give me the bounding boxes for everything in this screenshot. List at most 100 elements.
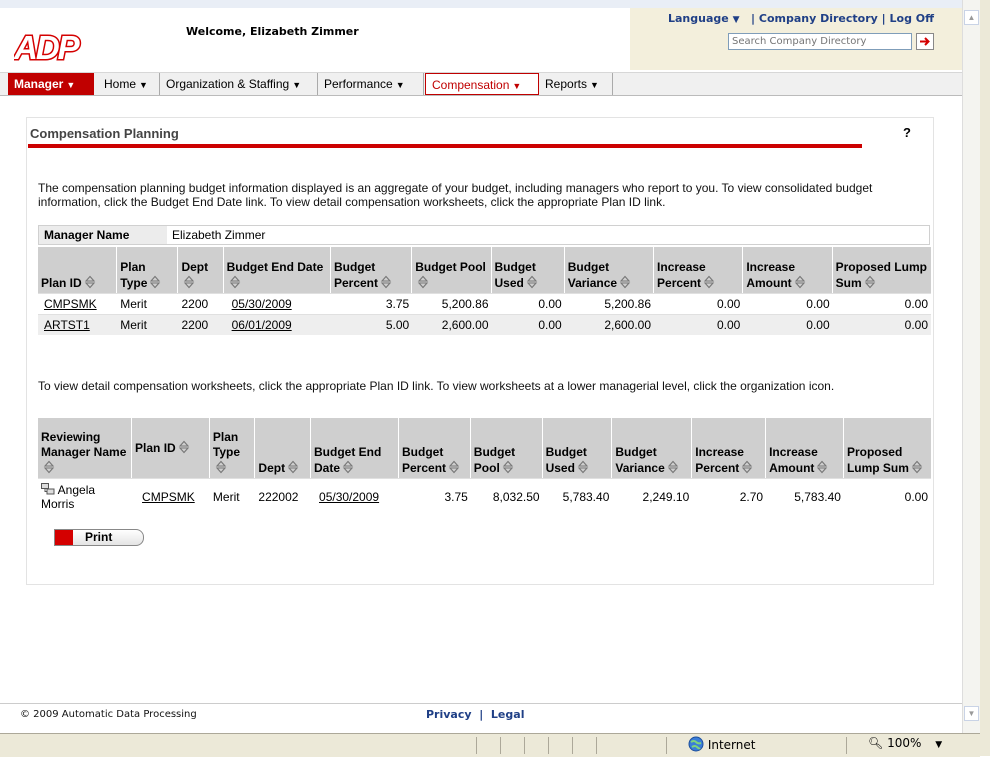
column-header-budget-variance[interactable]: Budget Variance — [564, 247, 655, 293]
increase-amount-cell: 0.00 — [743, 293, 833, 314]
proposed-lump-sum-cell: 0.00 — [832, 314, 931, 335]
zone-label: Internet — [707, 738, 756, 752]
header-label: Increase Percent — [695, 445, 744, 475]
column-header-budget-pool[interactable]: Budget Pool — [470, 418, 543, 478]
column-header-increase-percent[interactable]: Increase Percent — [654, 247, 744, 293]
log-off-link[interactable]: Log Off — [890, 12, 935, 25]
header-label: Budget Pool — [415, 260, 486, 274]
organization-icon[interactable] — [41, 483, 55, 495]
column-header-plan-id[interactable]: Plan ID — [38, 247, 118, 293]
sort-icon — [526, 275, 538, 289]
table-row: ARTST1 Merit 2200 06/01/2009 5.00 2,600.… — [38, 314, 931, 335]
budget-end-date-link[interactable]: 05/30/2009 — [232, 297, 292, 311]
budget-percent-cell: 5.00 — [330, 314, 413, 335]
scroll-up-button[interactable]: ▲ — [964, 10, 979, 25]
budget-variance-cell: 5,200.86 — [564, 293, 655, 314]
nav-organization-staffing[interactable]: Organization & Staffing ▼ — [160, 73, 318, 95]
column-header-budget-end-date[interactable]: Budget End Date — [223, 247, 331, 293]
plan-type-cell: Merit — [117, 293, 179, 314]
nav-performance[interactable]: Performance ▼ — [318, 73, 424, 95]
privacy-link[interactable]: Privacy — [426, 708, 472, 721]
plan-id-link[interactable]: CMPSMK — [44, 297, 97, 311]
column-header-increase-amount[interactable]: Increase Amount — [743, 247, 833, 293]
sort-icon — [817, 460, 828, 474]
column-header-dept[interactable]: Dept — [255, 418, 312, 478]
column-header-budget-percent[interactable]: Budget Percent — [330, 247, 413, 293]
sort-icon — [667, 460, 678, 474]
column-header-dept[interactable]: Dept — [178, 247, 224, 293]
budget-pool-cell: 8,032.50 — [470, 478, 543, 515]
column-header-plan-id[interactable]: Plan ID — [132, 418, 210, 478]
language-label: Language — [668, 12, 729, 25]
column-header-budget-used[interactable]: Budget Used — [542, 418, 613, 478]
zoom-control[interactable]: 🔍︎ 100% ▼ — [868, 736, 942, 750]
help-icon[interactable]: ? — [903, 125, 911, 140]
dept-cell: 2200 — [178, 314, 224, 335]
chevron-down-icon: ▼ — [395, 80, 405, 90]
budget-used-cell: 0.00 — [491, 314, 565, 335]
adp-logo: ADP — [14, 30, 84, 64]
header-label: Proposed Lump Sum — [835, 260, 927, 290]
sort-icon — [150, 275, 161, 289]
vertical-scrollbar[interactable]: ▲ ▼ — [962, 0, 981, 733]
company-directory-link[interactable]: Company Directory — [759, 12, 878, 25]
sort-icon — [911, 460, 923, 474]
column-header-proposed-lump-sum[interactable]: Proposed Lump Sum — [843, 418, 931, 478]
header-label: Plan ID — [135, 441, 176, 455]
budget-end-date-link[interactable]: 06/01/2009 — [232, 318, 292, 332]
column-header-budget-percent[interactable]: Budget Percent — [399, 418, 471, 478]
column-header-budget-pool[interactable]: Budget Pool — [412, 247, 492, 293]
increase-percent-cell: 0.00 — [654, 314, 744, 335]
column-header-budget-end-date[interactable]: Budget End Date — [311, 418, 399, 478]
intro-text: The compensation planning budget informa… — [38, 181, 873, 209]
dept-cell: 2200 — [178, 293, 224, 314]
column-header-increase-percent[interactable]: Increase Percent — [692, 418, 767, 478]
sort-icon — [178, 440, 189, 454]
budget-end-date-cell: 05/30/2009 — [223, 293, 331, 314]
nav-compensation[interactable]: Compensation ▼ — [425, 73, 539, 95]
status-divider — [548, 737, 549, 754]
zoom-icon: 🔍︎ — [868, 736, 884, 750]
nav-manager[interactable]: Manager ▼ — [8, 73, 94, 95]
directory-search-input[interactable] — [728, 33, 912, 50]
column-header-budget-variance[interactable]: Budget Variance — [612, 418, 693, 478]
nav-label: Performance — [324, 77, 393, 91]
column-header-plan-type[interactable]: Plan Type — [117, 247, 179, 293]
budget-used-cell: 5,783.40 — [542, 478, 613, 515]
title-underline — [28, 144, 862, 148]
sort-icon — [703, 275, 715, 289]
manager-name-row: Manager Name Elizabeth Zimmer — [38, 225, 930, 245]
legal-link[interactable]: Legal — [491, 708, 525, 721]
search-go-button[interactable] — [916, 33, 934, 50]
budget-end-date-link[interactable]: 05/30/2009 — [319, 490, 379, 504]
separator: | — [881, 12, 886, 25]
column-header-proposed-lump-sum[interactable]: Proposed Lump Sum — [832, 247, 931, 293]
budget-percent-cell: 3.75 — [330, 293, 413, 314]
budget-percent-cell: 3.75 — [399, 478, 471, 515]
print-button[interactable]: Print — [54, 529, 144, 546]
plan-id-link[interactable]: CMPSMK — [142, 490, 195, 504]
plan-id-cell: ARTST1 — [38, 314, 118, 335]
window-edge — [980, 0, 990, 756]
header-label: Increase Percent — [657, 260, 706, 290]
welcome-message: Welcome, Elizabeth Zimmer — [186, 25, 359, 38]
column-header-reviewing-manager-name[interactable]: Reviewing Manager Name — [38, 418, 133, 478]
reviewing-manager-cell: Angela Morris — [38, 478, 133, 515]
nav-label: Manager — [14, 77, 64, 91]
header-label: Budget Variance — [615, 445, 665, 475]
sort-icon — [84, 275, 95, 289]
sort-icon — [287, 460, 299, 474]
separator: | — [479, 708, 484, 721]
nav-reports[interactable]: Reports ▼ — [539, 73, 613, 95]
sort-icon — [43, 460, 55, 474]
column-header-plan-type[interactable]: Plan Type — [209, 418, 256, 478]
nav-home[interactable]: Home ▼ — [98, 73, 160, 95]
status-divider — [596, 737, 597, 754]
header-label: Budget End Date — [226, 260, 324, 274]
column-header-budget-used[interactable]: Budget Used — [491, 247, 565, 293]
column-header-increase-amount[interactable]: Increase Amount — [766, 418, 844, 478]
scroll-down-button[interactable]: ▼ — [964, 706, 979, 721]
nav-label: Compensation — [432, 78, 510, 92]
language-menu[interactable]: Language ▼ — [668, 12, 740, 25]
plan-id-link[interactable]: ARTST1 — [44, 318, 90, 332]
